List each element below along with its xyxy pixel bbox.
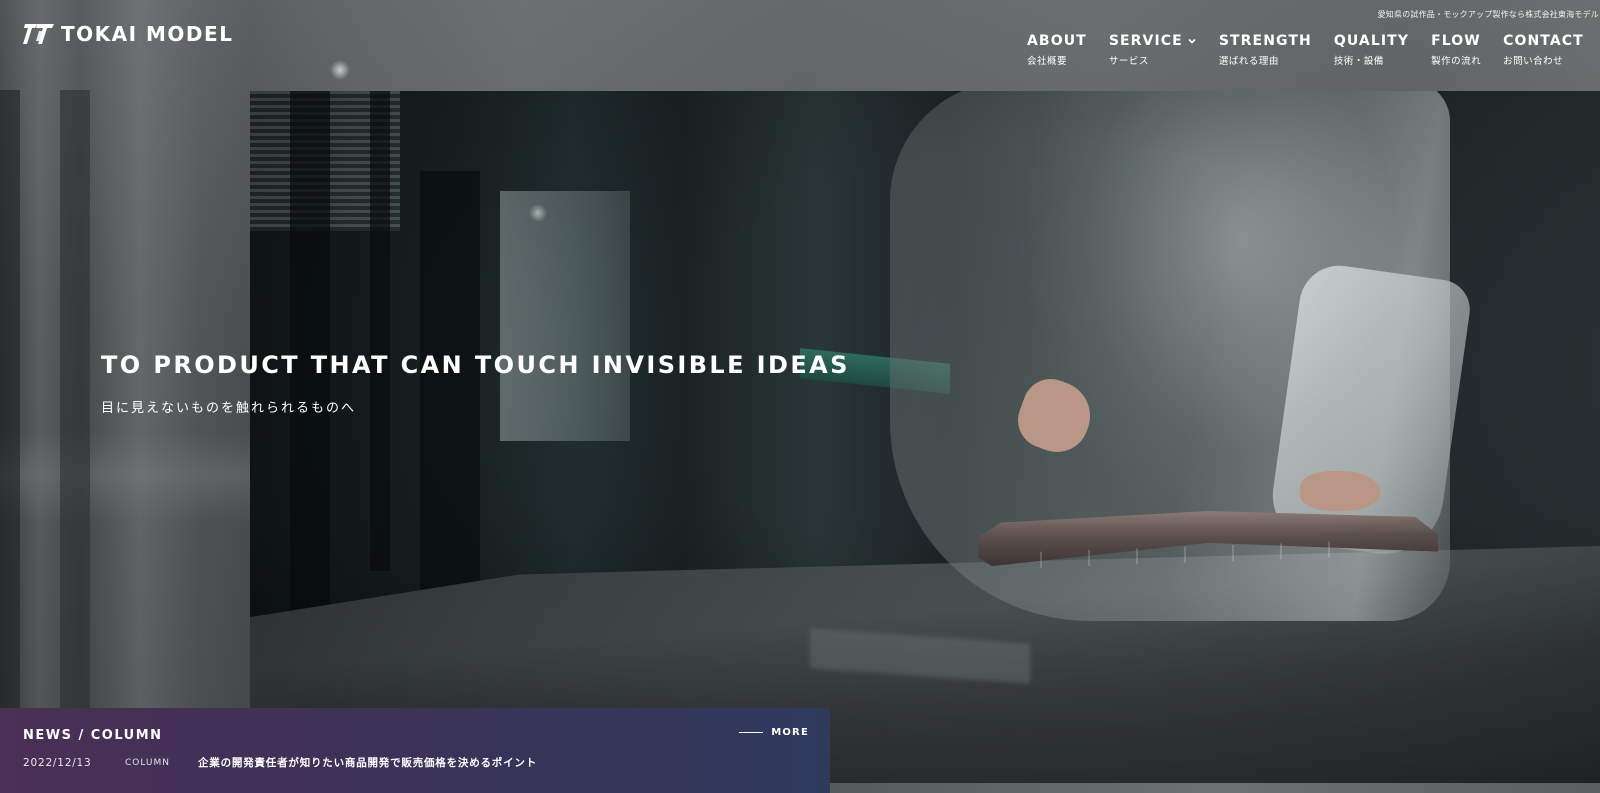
news-column-bar: NEWS / COLUMN MORE 2022/12/13 COLUMN 企業の… bbox=[0, 708, 830, 793]
site-header: TOKAI MODEL 愛知県の試作品・モックアップ製作なら株式会社東海モデル … bbox=[0, 0, 1600, 91]
hero-title: TO PRODUCT THAT CAN TOUCH INVISIBLE IDEA… bbox=[101, 351, 850, 379]
hero-copy: TO PRODUCT THAT CAN TOUCH INVISIBLE IDEA… bbox=[101, 351, 850, 416]
news-more-label: MORE bbox=[771, 727, 809, 738]
nav-item-label: FLOW bbox=[1431, 33, 1481, 49]
news-more-link[interactable]: MORE bbox=[739, 727, 809, 738]
nav-item-sublabel: 技術・設備 bbox=[1333, 56, 1384, 67]
nav-item-sublabel: 選ばれる理由 bbox=[1218, 56, 1279, 67]
hero-subtitle: 目に見えないものを触れられるものへ bbox=[101, 401, 357, 416]
news-item-date: 2022/12/13 bbox=[23, 756, 92, 769]
next-section-edge bbox=[830, 783, 1600, 793]
nav-item-contact[interactable]: CONTACT お問い合わせ bbox=[1503, 33, 1584, 67]
nav-item-service[interactable]: SERVICE サービス bbox=[1109, 33, 1197, 67]
nav-item-label: CONTACT bbox=[1503, 33, 1584, 49]
site-logo[interactable]: TOKAI MODEL bbox=[23, 21, 233, 47]
hero-image bbox=[250, 91, 1600, 783]
news-item[interactable]: 2022/12/13 COLUMN 企業の開発責任者が知りたい商品開発で販売価格… bbox=[23, 755, 537, 770]
nav-item-label: ABOUT bbox=[1027, 33, 1087, 49]
news-item-category: COLUMN bbox=[125, 757, 171, 768]
line-icon bbox=[739, 732, 764, 733]
chevron-down-icon[interactable] bbox=[1187, 36, 1197, 46]
site-tagline: 愛知県の試作品・モックアップ製作なら株式会社東海モデル bbox=[1377, 10, 1599, 19]
nav-item-sublabel: サービス bbox=[1108, 56, 1149, 67]
nav-item-about[interactable]: ABOUT 会社概要 bbox=[1027, 33, 1087, 67]
nav-item-flow[interactable]: FLOW 製作の流れ bbox=[1431, 33, 1481, 67]
nav-item-label: QUALITY bbox=[1333, 33, 1410, 49]
logo-text: TOKAI MODEL bbox=[61, 22, 234, 46]
hero-vignette bbox=[250, 91, 1600, 783]
news-item-headline: 企業の開発責任者が知りたい商品開発で販売価格を決めるポイント bbox=[198, 757, 537, 769]
nav-item-quality[interactable]: QUALITY 技術・設備 bbox=[1334, 33, 1409, 67]
nav-item-label: SERVICE bbox=[1108, 33, 1183, 49]
nav-item-sublabel: お問い合わせ bbox=[1503, 56, 1564, 67]
nav-item-label: STRENGTH bbox=[1218, 33, 1312, 49]
nav-item-sublabel: 会社概要 bbox=[1027, 56, 1068, 67]
nav-item-strength[interactable]: STRENGTH 選ばれる理由 bbox=[1219, 33, 1312, 67]
main-nav: ABOUT 会社概要 SERVICE サービス STRENGTH 選ばれる理由 … bbox=[1027, 33, 1584, 67]
tokai-model-logo-icon bbox=[23, 24, 54, 44]
nav-item-sublabel: 製作の流れ bbox=[1431, 56, 1482, 67]
nav-item-label-row: SERVICE bbox=[1109, 33, 1197, 49]
news-section-title: NEWS / COLUMN bbox=[23, 728, 163, 743]
